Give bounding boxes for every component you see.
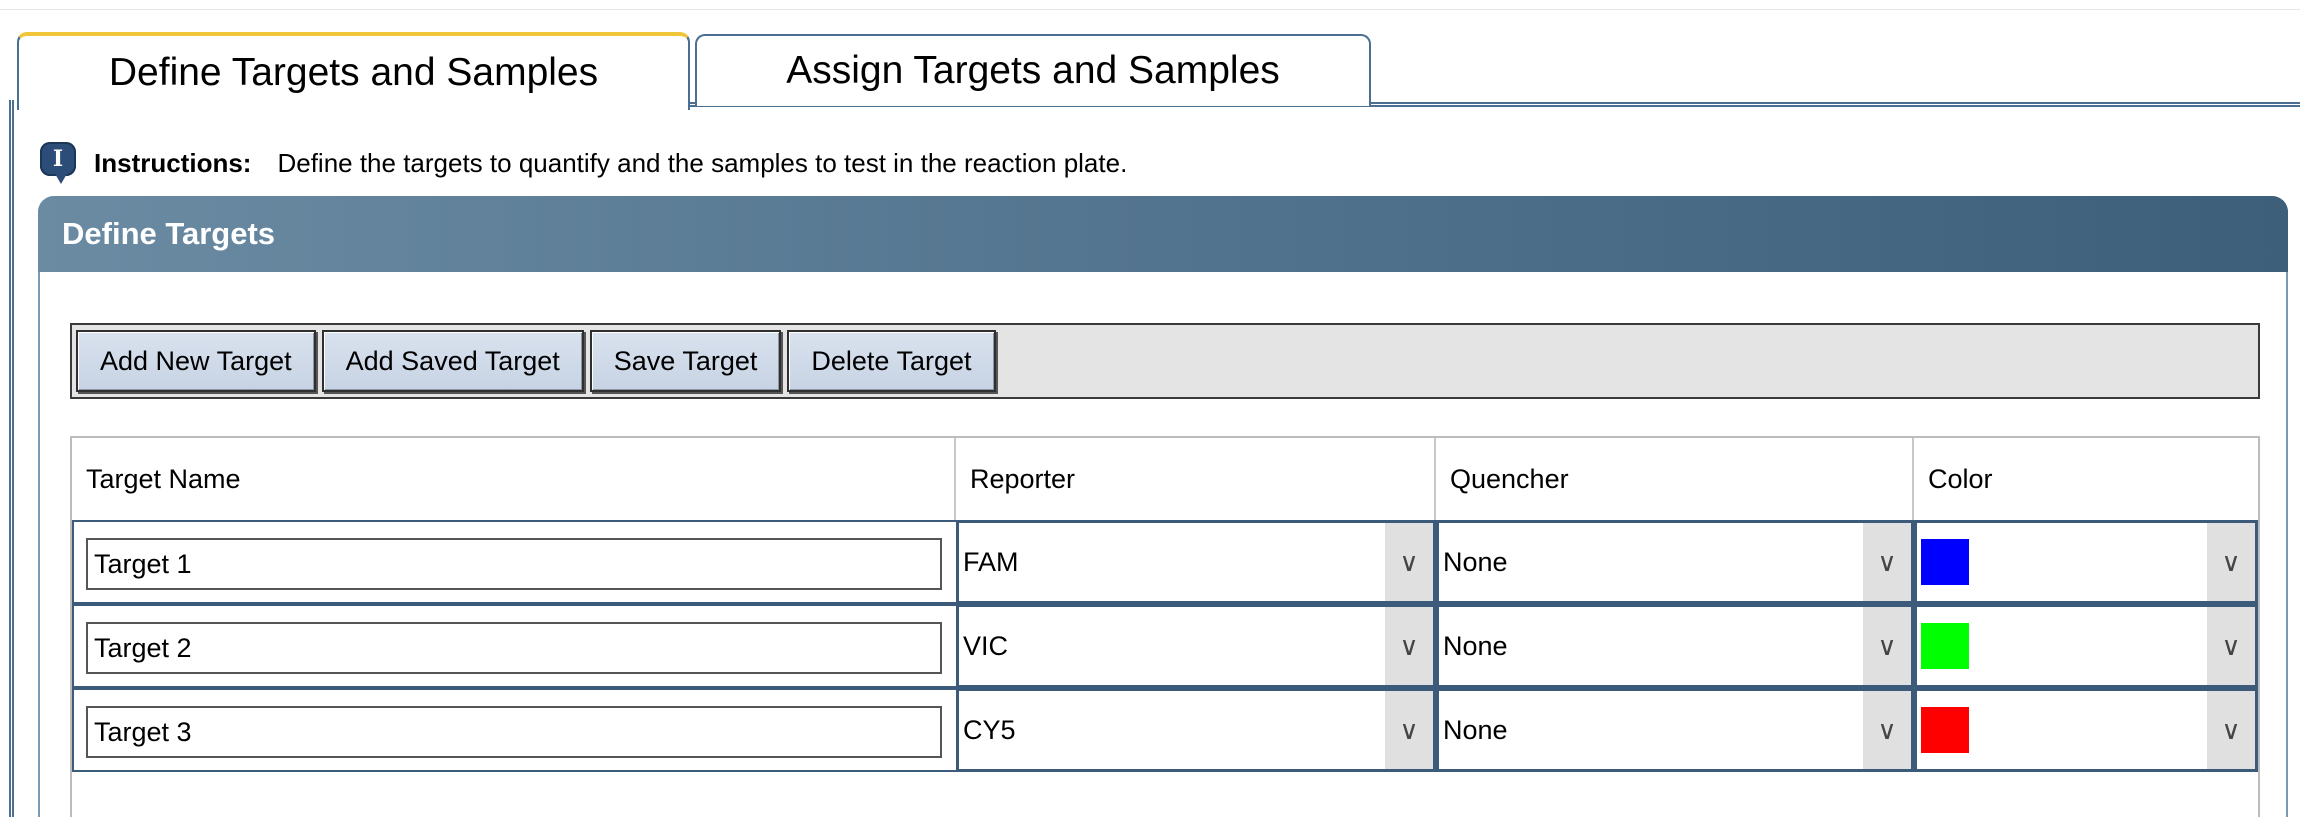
target-name-cell: Target 1 [72,520,956,604]
save-target-button[interactable]: Save Target [589,330,782,392]
chevron-down-icon[interactable]: ∨ [2207,691,2255,769]
target-name-input[interactable]: Target 3 [86,706,942,758]
tab-label: Define Targets and Samples [108,51,599,94]
quencher-dropdown[interactable]: None ∨ [1436,520,1914,604]
color-dropdown[interactable]: ∨ [1914,520,2258,604]
column-header-target-name[interactable]: Target Name [72,438,956,520]
add-saved-target-button[interactable]: Add Saved Target [321,330,584,392]
instructions-bar: I Instructions: Define the targets to qu… [40,138,1127,188]
column-header-quencher[interactable]: Quencher [1436,438,1914,520]
table-row: Target 3 CY5 ∨ None ∨ ∨ [72,688,2258,772]
color-swatch [1921,539,1969,585]
add-new-target-button[interactable]: Add New Target [76,330,316,392]
quencher-dropdown[interactable]: None ∨ [1436,604,1914,688]
target-name-input[interactable]: Target 1 [86,538,942,590]
chevron-down-icon[interactable]: ∨ [2207,607,2255,685]
target-name-cell: Target 3 [72,688,956,772]
reporter-value: FAM [963,546,1019,577]
reporter-value: CY5 [963,714,1016,745]
tab-define-targets-and-samples[interactable]: Define Targets and Samples [17,32,690,110]
tab-assign-targets-and-samples[interactable]: Assign Targets and Samples [695,34,1371,106]
instructions-text: Define the targets to quantify and the s… [277,147,1128,178]
chevron-down-icon[interactable]: ∨ [1863,523,1911,601]
reporter-value: VIC [963,630,1009,661]
targets-table: Target Name Reporter Quencher Color Targ… [70,436,2260,817]
column-header-reporter[interactable]: Reporter [956,438,1436,520]
panel-title: Define Targets [62,216,276,251]
chevron-down-icon[interactable]: ∨ [1863,607,1911,685]
content-frame-left-border [9,100,14,817]
reporter-dropdown[interactable]: CY5 ∨ [956,688,1436,772]
chevron-down-icon[interactable]: ∨ [2207,523,2255,601]
table-row: Target 1 FAM ∨ None ∨ ∨ [72,520,2258,604]
delete-target-button[interactable]: Delete Target [787,330,996,392]
quencher-dropdown[interactable]: None ∨ [1436,688,1914,772]
tab-label: Assign Targets and Samples [786,49,1280,92]
target-name-cell: Target 2 [72,604,956,688]
chevron-down-icon[interactable]: ∨ [1385,607,1433,685]
window-top-edge [0,9,2300,10]
color-swatch [1921,623,1969,669]
instructions-label: Instructions: [94,147,252,178]
quencher-value: None [1443,546,1508,577]
info-i-icon: I [40,142,76,184]
target-name-input[interactable]: Target 2 [86,622,942,674]
table-row: Target 2 VIC ∨ None ∨ ∨ [72,604,2258,688]
color-dropdown[interactable]: ∨ [1914,604,2258,688]
table-header-row: Target Name Reporter Quencher Color [72,438,2258,520]
color-dropdown[interactable]: ∨ [1914,688,2258,772]
define-targets-header: Define Targets [38,196,2288,272]
quencher-value: None [1443,714,1508,745]
quencher-value: None [1443,630,1508,661]
chevron-down-icon[interactable]: ∨ [1385,691,1433,769]
reporter-dropdown[interactable]: VIC ∨ [956,604,1436,688]
color-swatch [1921,707,1969,753]
column-header-color[interactable]: Color [1914,438,2258,520]
targets-toolbar: Add New Target Add Saved Target Save Tar… [70,323,2260,399]
chevron-down-icon[interactable]: ∨ [1385,523,1433,601]
chevron-down-icon[interactable]: ∨ [1863,691,1911,769]
reporter-dropdown[interactable]: FAM ∨ [956,520,1436,604]
